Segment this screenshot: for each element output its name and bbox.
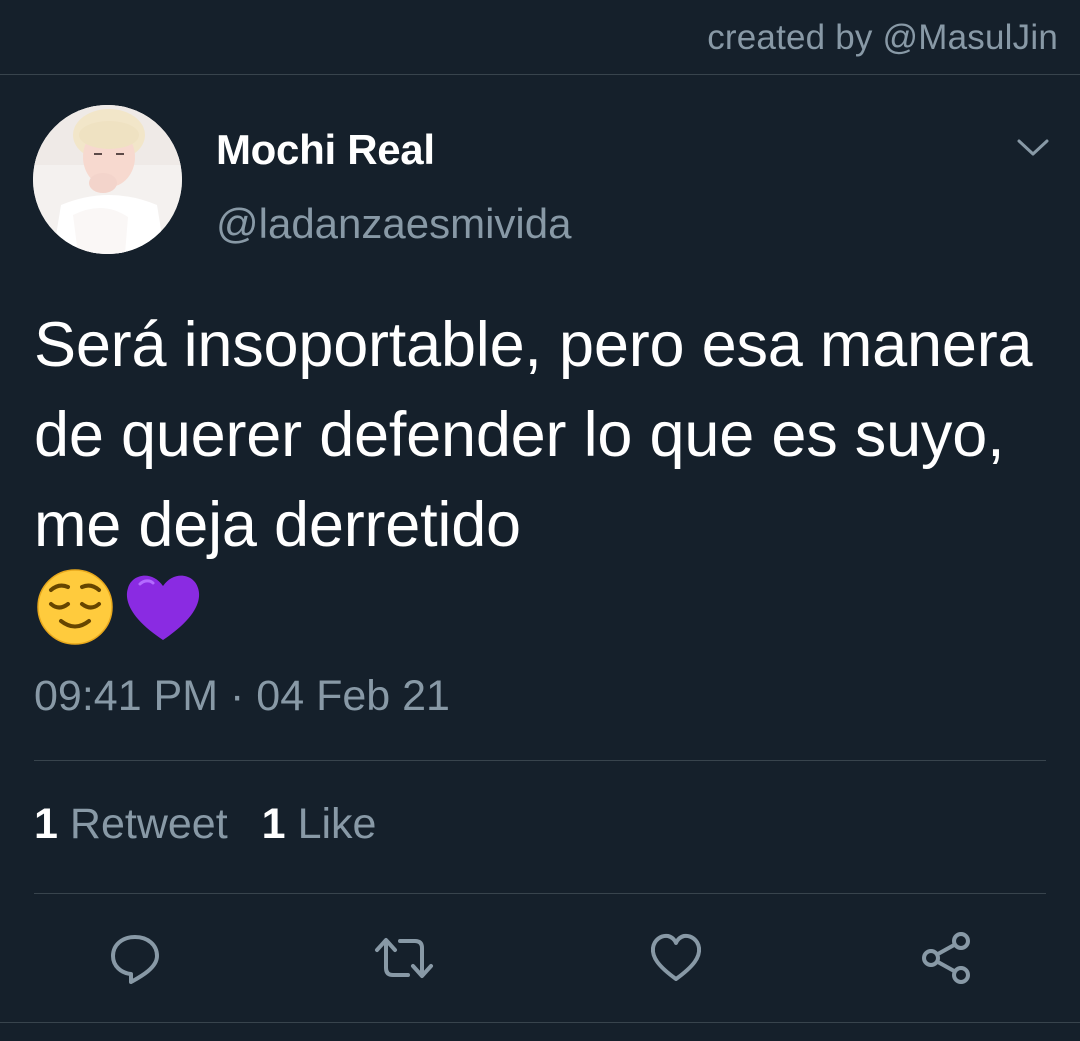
avatar[interactable] — [33, 105, 182, 254]
reply-button[interactable] — [105, 928, 165, 988]
heart-icon — [650, 933, 702, 981]
bottom-divider — [0, 1022, 1080, 1023]
tweet-text: Será insoportable, pero esa manera de qu… — [34, 310, 1033, 560]
likes-label: Like — [297, 800, 377, 848]
chevron-down-icon[interactable] — [1015, 133, 1051, 161]
retweets-count: 1 — [34, 800, 58, 848]
share-button[interactable] — [916, 928, 976, 988]
timestamp-separator: · — [230, 672, 245, 720]
retweet-icon — [375, 938, 433, 978]
like-button[interactable] — [646, 928, 706, 988]
author-handle[interactable]: @ladanzaesmivida — [216, 200, 571, 248]
purple-heart-emoji-icon — [126, 575, 200, 640]
tweet-time: 09:41 PM — [34, 672, 219, 720]
retweets-label: Retweet — [69, 800, 228, 848]
tweet-action-bar — [0, 928, 1080, 988]
likes-stat[interactable]: 1 Like — [262, 800, 377, 849]
tweet-timestamp[interactable]: 09:41 PM · 04 Feb 21 — [34, 672, 450, 721]
author-display-name[interactable]: Mochi Real — [216, 126, 435, 174]
comment-icon — [111, 935, 159, 984]
divider — [34, 893, 1046, 894]
share-icon — [922, 932, 970, 984]
avatar-image — [33, 105, 182, 254]
watermark-bar: created by @MasulJin — [0, 0, 1080, 75]
likes-count: 1 — [261, 800, 286, 848]
retweet-button[interactable] — [374, 928, 434, 988]
tweet-stats: 1 Retweet 1 Like — [34, 800, 376, 849]
tweet-date: 04 Feb 21 — [256, 672, 450, 720]
retweets-stat[interactable]: 1 Retweet — [34, 800, 228, 849]
divider — [34, 760, 1046, 761]
tweet-emojis — [34, 566, 204, 646]
watermark-text: created by @MasulJin — [707, 18, 1058, 57]
relieved-face-emoji-icon — [37, 569, 113, 645]
